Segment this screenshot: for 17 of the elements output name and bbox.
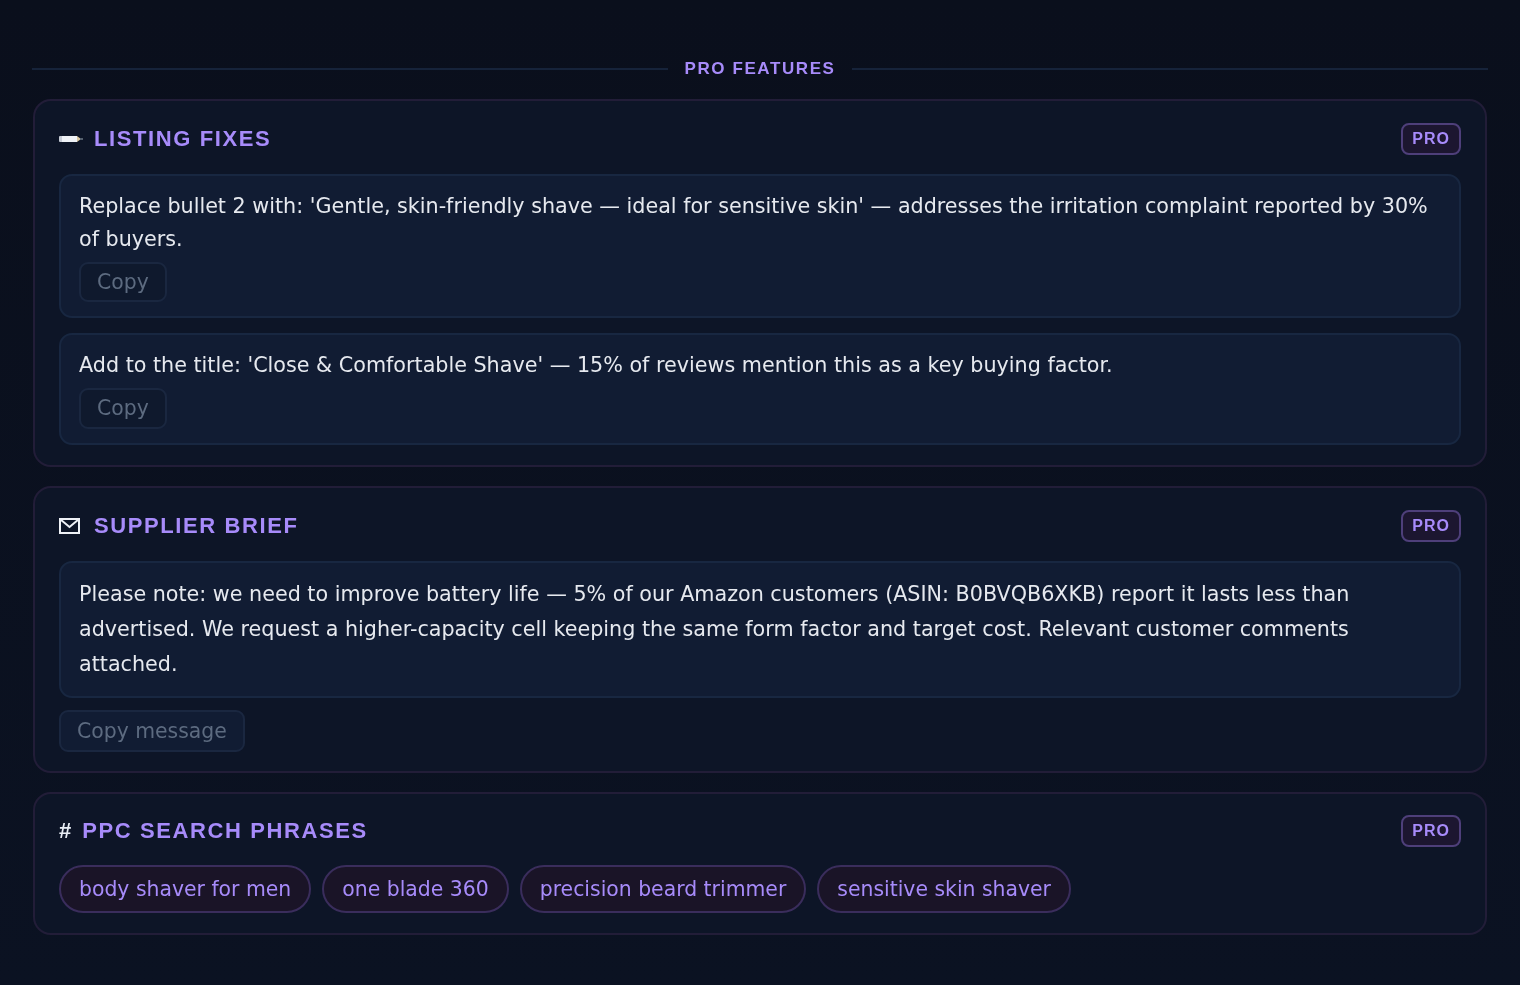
suggestion-text: Add to the title: 'Close & Comfortable Shave' — 15% of reviews mention this as a key buying factor. xyxy=(79,352,1113,380)
pencil-icon xyxy=(59,135,83,143)
phrase-chip[interactable]: sensitive skin shaver xyxy=(817,865,1071,914)
message-text: Please note: we need to improve battery life — 5% of our Amazon customers (ASIN: B0BVQB6XKB) report it lasts less than advertised. We request a higher-capacity cell keeping the same form factor and target cost. Relevant customer comments attached. xyxy=(79,580,1351,678)
pro-badge: PRO xyxy=(1401,509,1461,542)
pro-badge: PRO xyxy=(1401,815,1461,848)
section-title: SUPPLIER BRIEF xyxy=(94,512,299,539)
phrase-chip[interactable]: body shaver for men xyxy=(59,865,312,914)
section-title: PPC SEARCH PHRASES xyxy=(82,818,368,845)
phrase-chip[interactable]: one blade 360 xyxy=(322,865,509,914)
section-heading: PRO FEATURES xyxy=(684,59,836,79)
suggestion-text: Replace bullet 2 with: 'Gentle, skin-friendly shave — ideal for sensitive skin' — addresses the irritation complaint reported by 30% of buyers. xyxy=(79,193,1429,253)
phrase-chip[interactable]: precision beard trimmer xyxy=(519,865,807,914)
pro-badge: PRO xyxy=(1401,123,1461,155)
section-title: LISTING FIXES xyxy=(94,126,272,152)
hash-symbol: # xyxy=(59,818,72,845)
envelope-icon xyxy=(59,517,80,534)
